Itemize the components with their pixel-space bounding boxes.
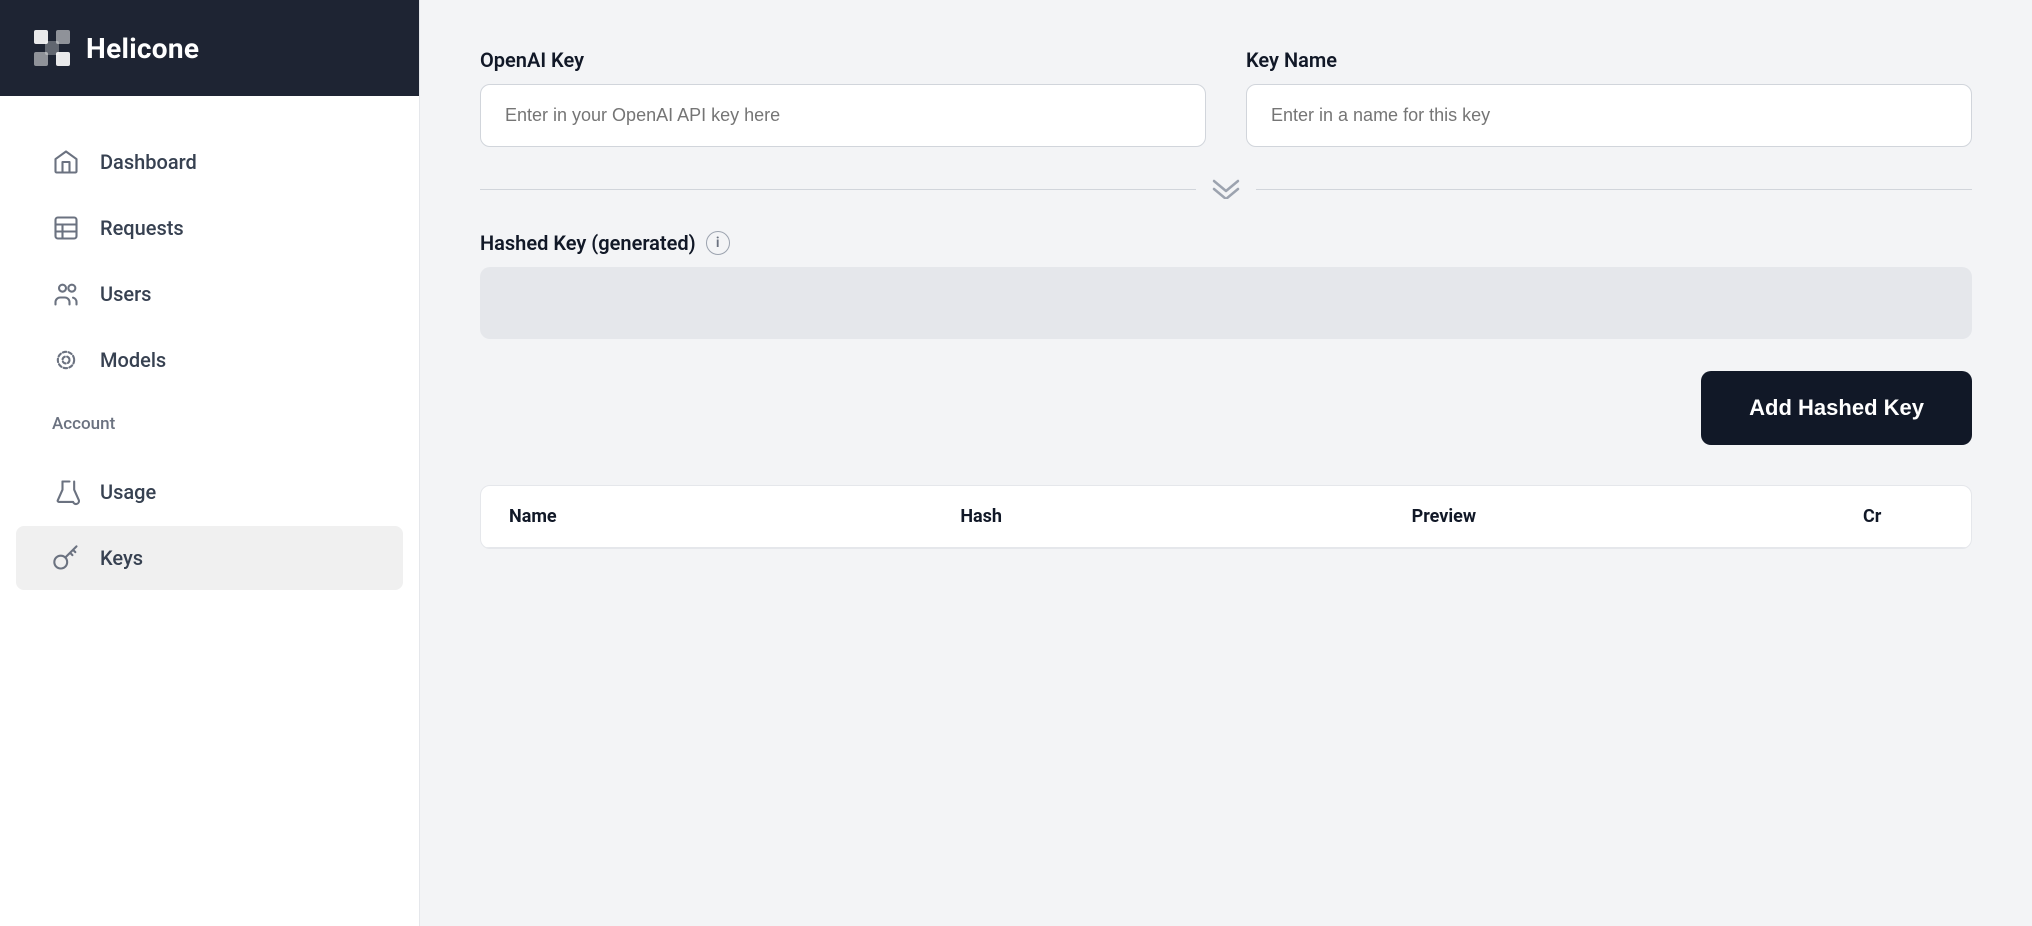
sidebar-item-label-requests: Requests (100, 216, 184, 240)
key-name-group: Key Name (1246, 48, 1972, 147)
hashed-key-section: Hashed Key (generated) i (480, 231, 1972, 339)
chevron-down-icon (1196, 179, 1256, 199)
key-form: OpenAI Key Key Name Hashed Key (genera (480, 48, 1972, 549)
sidebar-item-models[interactable]: Models (16, 328, 403, 392)
logo-area: Helicone (0, 0, 419, 96)
divider-line-right (1256, 189, 1972, 190)
divider-line-left (480, 189, 1196, 190)
flask-icon (52, 478, 80, 506)
sidebar-item-keys[interactable]: Keys (16, 526, 403, 590)
hashed-key-label-row: Hashed Key (generated) i (480, 231, 1972, 255)
info-icon[interactable]: i (706, 231, 730, 255)
openai-key-label: OpenAI Key (480, 48, 1206, 72)
sidebar-item-usage[interactable]: Usage (16, 460, 403, 524)
sidebar-item-label-models: Models (100, 348, 166, 372)
users-icon (52, 280, 80, 308)
table-header-hash: Hash (960, 506, 1411, 527)
button-row: Add Hashed Key (480, 371, 1972, 445)
form-row-keys: OpenAI Key Key Name (480, 48, 1972, 147)
table-icon (52, 214, 80, 242)
sidebar-item-label-keys: Keys (100, 546, 143, 570)
sidebar-item-requests[interactable]: Requests (16, 196, 403, 260)
hashed-key-label: Hashed Key (generated) (480, 231, 696, 255)
account-label: Account (36, 394, 383, 442)
table-header-preview: Preview (1412, 506, 1863, 527)
sidebar-item-users[interactable]: Users (16, 262, 403, 326)
add-hashed-key-button[interactable]: Add Hashed Key (1701, 371, 1972, 445)
key-name-label: Key Name (1246, 48, 1972, 72)
helicone-logo-icon (32, 28, 72, 68)
sidebar: Helicone Dashboard Requests (0, 0, 420, 926)
main-content: OpenAI Key Key Name Hashed Key (genera (420, 0, 2032, 926)
sidebar-item-label-usage: Usage (100, 480, 156, 504)
table-header: Name Hash Preview Cr (481, 486, 1971, 548)
table-header-name: Name (509, 506, 960, 527)
models-icon (52, 346, 80, 374)
account-section: Account (0, 394, 419, 458)
keys-table: Name Hash Preview Cr (480, 485, 1972, 549)
divider-section (480, 179, 1972, 199)
key-icon (52, 544, 80, 572)
logo-text: Helicone (86, 32, 199, 65)
openai-key-input[interactable] (480, 84, 1206, 147)
main-nav: Dashboard Requests Users (0, 96, 419, 926)
sidebar-item-label-users: Users (100, 282, 151, 306)
openai-key-group: OpenAI Key (480, 48, 1206, 147)
sidebar-item-label-dashboard: Dashboard (100, 150, 197, 174)
key-name-input[interactable] (1246, 84, 1972, 147)
hashed-key-input (480, 267, 1972, 339)
table-header-cr: Cr (1863, 506, 1943, 527)
home-icon (52, 148, 80, 176)
sidebar-item-dashboard[interactable]: Dashboard (16, 130, 403, 194)
